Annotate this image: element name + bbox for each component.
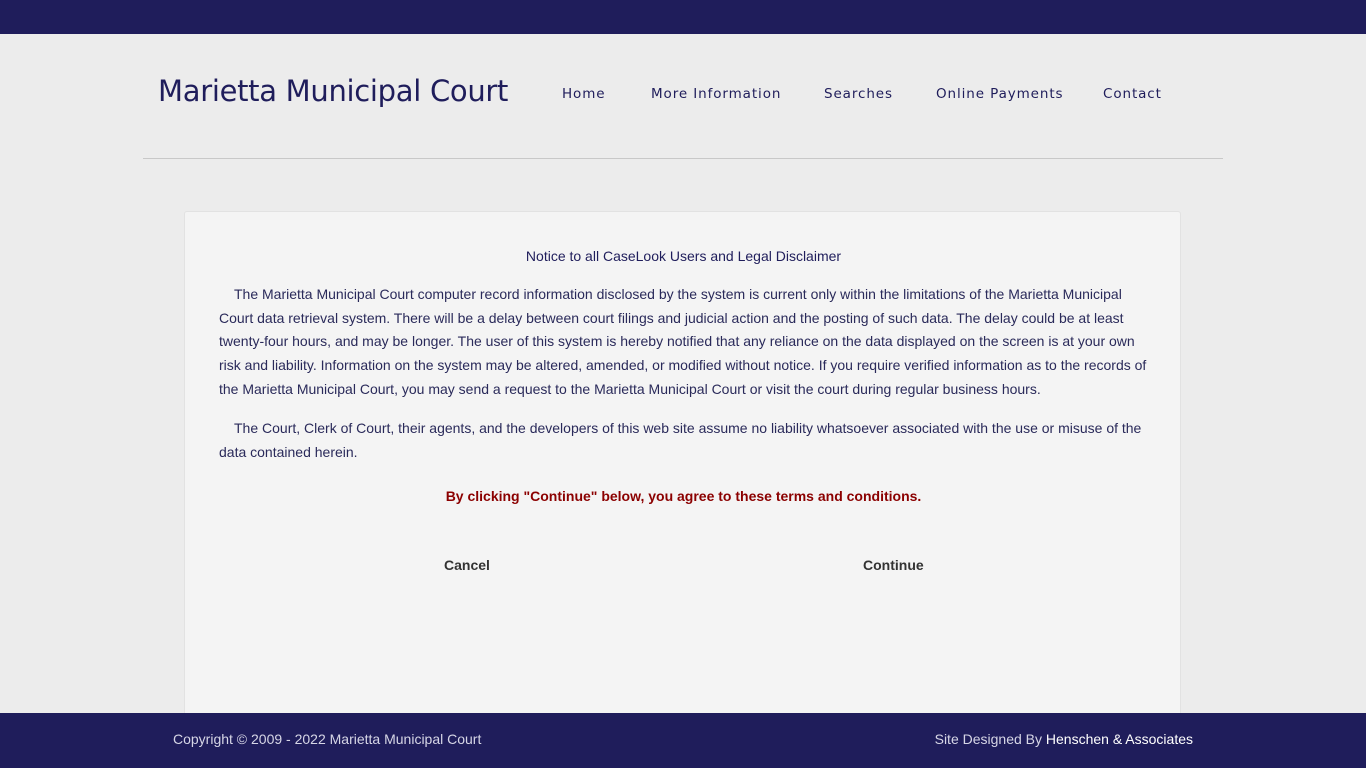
- nav-item-home[interactable]: Home: [562, 86, 605, 102]
- designer-link[interactable]: Henschen & Associates: [1046, 731, 1193, 747]
- continue-button[interactable]: Continue: [863, 557, 924, 573]
- notice-title: Notice to all CaseLook Users and Legal D…: [525, 248, 842, 264]
- main-nav: Home More Information Searches Online Pa…: [0, 86, 1366, 106]
- agreement-notice: By clicking "Continue" below, you agree …: [445, 488, 922, 504]
- footer-copyright: Copyright © 2009 - 2022 Marietta Municip…: [173, 731, 482, 747]
- footer-credit: Site Designed By Henschen & Associates: [935, 731, 1193, 747]
- disclaimer-paragraph-1: The Marietta Municipal Court computer re…: [219, 286, 1147, 397]
- cancel-button[interactable]: Cancel: [444, 557, 490, 573]
- nav-item-online-payments[interactable]: Online Payments: [936, 86, 1063, 102]
- nav-item-more-information[interactable]: More Information: [651, 86, 781, 102]
- nav-item-contact[interactable]: Contact: [1103, 86, 1162, 102]
- top-bar: [0, 0, 1366, 34]
- footer-designed-by-label: Site Designed By: [934, 731, 1046, 747]
- disclaimer-card: Notice to all CaseLook Users and Legal D…: [184, 211, 1181, 731]
- footer: Copyright © 2009 - 2022 Marietta Municip…: [0, 713, 1366, 768]
- nav-item-searches[interactable]: Searches: [824, 86, 893, 102]
- disclaimer-paragraph-2: The Court, Clerk of Court, their agents,…: [219, 420, 1142, 460]
- header-divider: [143, 158, 1223, 159]
